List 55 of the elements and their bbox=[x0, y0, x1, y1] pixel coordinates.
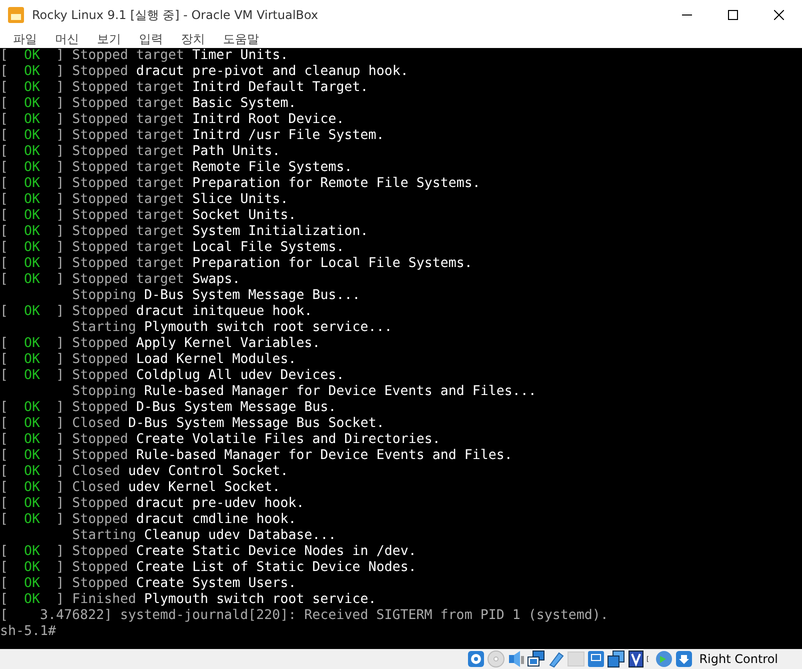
console-line: [ OK ] Stopped target Preparation for Remote File Systems. bbox=[0, 176, 480, 192]
menu-item[interactable]: 파일 bbox=[4, 30, 46, 48]
console-line: [ OK ] Stopped Create Volatile Files and Directories. bbox=[0, 432, 440, 448]
console-line: [ OK ] Stopped Load Kernel Modules. bbox=[0, 352, 296, 368]
console-line: [ OK ] Stopped target Path Units. bbox=[0, 144, 280, 160]
download-icon[interactable] bbox=[675, 650, 694, 668]
console-line: [ OK ] Stopped dracut cmdline hook. bbox=[0, 512, 296, 528]
chip-icon[interactable] bbox=[627, 650, 646, 668]
console-line: [ OK ] Stopped target Timer Units. bbox=[0, 48, 288, 64]
console-line: [ OK ] Stopped target Basic System. bbox=[0, 96, 296, 112]
menu-item[interactable]: 입력 bbox=[130, 30, 172, 48]
console-line: [ OK ] Stopped target Socket Units. bbox=[0, 208, 296, 224]
console-line: [ OK ] Stopped target Local File Systems. bbox=[0, 240, 344, 256]
shell-prompt: sh-5.1# bbox=[0, 624, 56, 640]
close-icon bbox=[774, 10, 784, 20]
console-line: [ OK ] Stopped target Slice Units. bbox=[0, 192, 288, 208]
console-line: [ OK ] Stopped dracut pre-udev hook. bbox=[0, 496, 304, 512]
console-line: [ 3.476822] systemd-journald[220]: Received SIGTERM from PID 1 (systemd). bbox=[0, 608, 608, 624]
window-title: Rocky Linux 9.1 [실행 중] - Oracle VM VirtualBox bbox=[32, 6, 320, 24]
console-line: [ OK ] Closed D-Bus System Message Bus Socket. bbox=[0, 416, 384, 432]
menu-item[interactable]: 보기 bbox=[88, 30, 130, 48]
host-key-label: Right Control bbox=[699, 652, 778, 666]
console-line: [ OK ] Stopped Rule-based Manager for Device Events and Files. bbox=[0, 448, 512, 464]
console-line: Starting Cleanup udev Database... bbox=[71, 528, 336, 544]
console-line: [ OK ] Stopped target System Initialization. bbox=[0, 224, 368, 240]
menu-item[interactable]: 머신 bbox=[46, 30, 88, 48]
console-line: [ OK ] Stopped Create System Users. bbox=[0, 576, 296, 592]
console-line: [ OK ] Stopped D-Bus System Message Bus. bbox=[0, 400, 336, 416]
console-line: [ OK ] Closed udev Kernel Socket. bbox=[0, 480, 280, 496]
console-line: [ OK ] Stopped dracut initqueue hook. bbox=[0, 304, 312, 320]
console-line: [ OK ] Stopped dracut pre-pivot and cleanup hook. bbox=[0, 64, 408, 80]
console-line: [ OK ] Finished Plymouth switch root service. bbox=[0, 592, 376, 608]
console-line: [ OK ] Stopped target Initrd /usr File System. bbox=[0, 128, 384, 144]
speaker-icon[interactable] bbox=[507, 650, 526, 668]
console-line: [ OK ] Stopped Coldplug All udev Devices. bbox=[0, 368, 344, 384]
console-line: Stopping D-Bus System Message Bus... bbox=[71, 288, 360, 304]
console-line: Stopping Rule-based Manager for Device Events and Files... bbox=[71, 384, 536, 400]
console-line: [ OK ] Stopped target Initrd Root Device. bbox=[0, 112, 344, 128]
menu-item[interactable]: 도움말 bbox=[214, 30, 268, 48]
windows-icon[interactable] bbox=[607, 650, 626, 668]
console-line: [ OK ] Closed udev Control Socket. bbox=[0, 464, 288, 480]
menu-item[interactable]: 장치 bbox=[172, 30, 214, 48]
network-icon[interactable] bbox=[527, 650, 546, 668]
console-line: [ OK ] Stopped target Remote File Systems. bbox=[0, 160, 352, 176]
display-icon[interactable] bbox=[587, 650, 606, 668]
maximize-icon bbox=[728, 10, 738, 20]
console-line: Starting Plymouth switch root service... bbox=[71, 320, 392, 336]
console-line: [ OK ] Stopped target Swaps. bbox=[0, 272, 240, 288]
app-icon bbox=[8, 7, 24, 23]
console-line: [ OK ] Stopped Create List of Static Device Nodes. bbox=[0, 560, 416, 576]
console-line: [ OK ] Stopped Apply Kernel Variables. bbox=[0, 336, 320, 352]
console-line: [ OK ] Stopped Create Static Device Nodes in /dev. bbox=[0, 544, 416, 560]
vm-screen[interactable] bbox=[0, 48, 802, 649]
console-line: [ OK ] Stopped target Initrd Default Target. bbox=[0, 80, 368, 96]
console-line: [ OK ] Stopped target Preparation for Local File Systems. bbox=[0, 256, 472, 272]
